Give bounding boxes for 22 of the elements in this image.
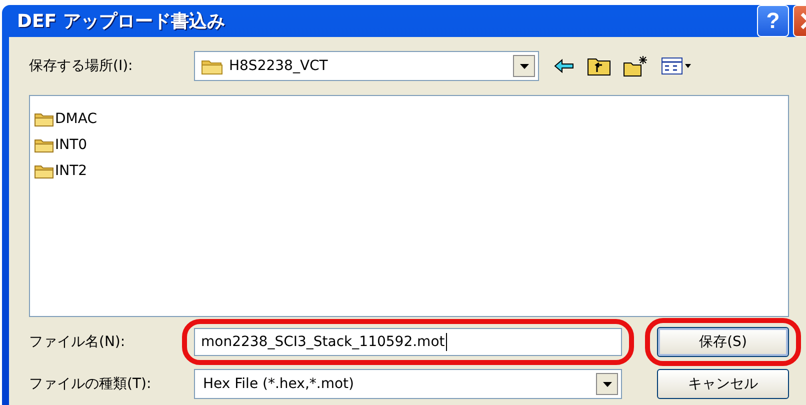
- folder-item[interactable]: DMAC: [34, 106, 784, 132]
- folder-icon: [34, 163, 54, 179]
- cancel-button[interactable]: キャンセル: [657, 369, 789, 399]
- location-label: 保存する場所(I):: [29, 57, 134, 75]
- help-button[interactable]: ?: [757, 5, 789, 37]
- window-title: DEF アップロード書込み: [17, 10, 225, 33]
- file-type-dropdown[interactable]: Hex File (*.hex,*.mot): [194, 369, 622, 399]
- view-menu-icon[interactable]: [661, 56, 691, 76]
- folder-item[interactable]: INT0: [34, 132, 784, 158]
- folder-icon: [34, 137, 54, 153]
- back-arrow-icon[interactable]: [553, 57, 575, 75]
- up-folder-icon[interactable]: [587, 56, 611, 76]
- file-type-label: ファイルの種類(T):: [29, 375, 152, 393]
- save-button[interactable]: 保存(S): [657, 327, 789, 357]
- folder-icon: [34, 111, 54, 127]
- folder-item[interactable]: INT2: [34, 158, 784, 184]
- caret-icon: [520, 64, 528, 68]
- location-dropdown[interactable]: H8S2238_VCT: [194, 51, 539, 81]
- file-name-label: ファイル名(N):: [29, 333, 126, 351]
- file-name-field[interactable]: mon2238_SCI3_Stack_110592.mot: [194, 328, 622, 356]
- caret-icon: [602, 382, 612, 386]
- new-folder-icon[interactable]: [623, 55, 649, 77]
